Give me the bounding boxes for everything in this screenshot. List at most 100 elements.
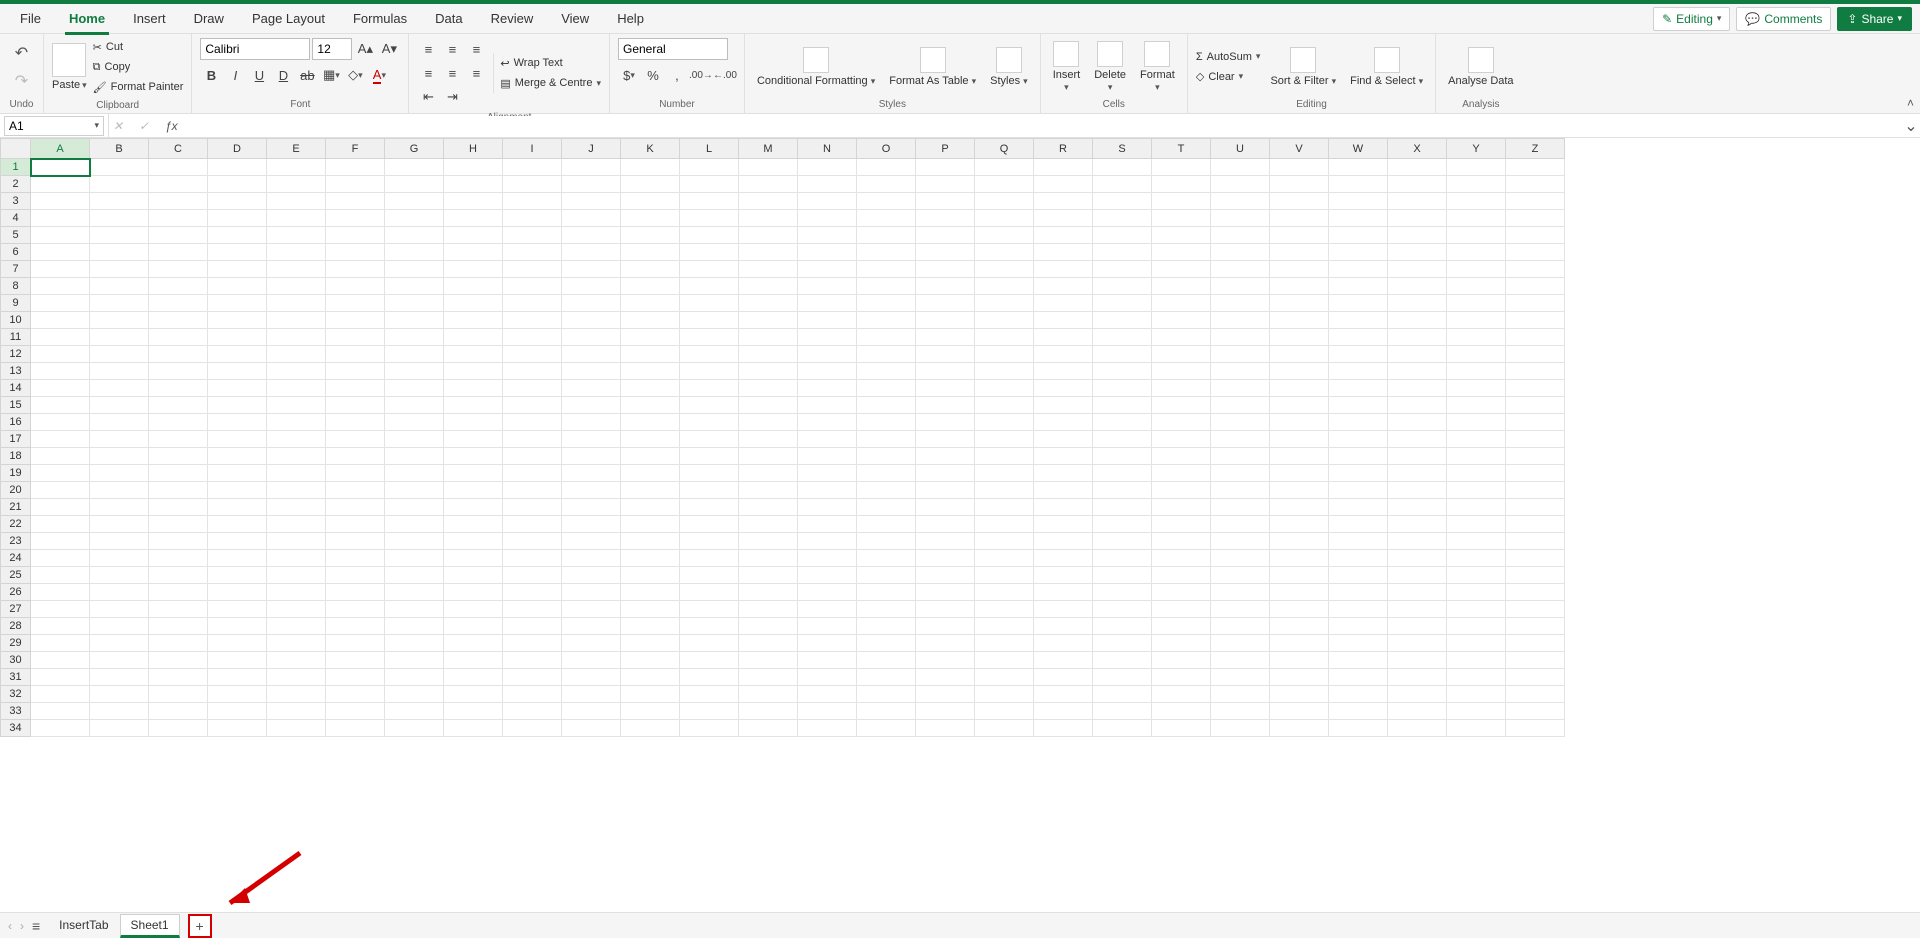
cell[interactable] <box>1506 652 1565 669</box>
cell[interactable] <box>385 703 444 720</box>
cell[interactable] <box>31 669 90 686</box>
sheet-nav-next[interactable]: › <box>20 919 24 933</box>
cell[interactable] <box>739 669 798 686</box>
cell[interactable] <box>326 652 385 669</box>
cell[interactable] <box>149 465 208 482</box>
cell[interactable] <box>621 312 680 329</box>
strike-button[interactable]: ab <box>296 64 318 86</box>
cell[interactable] <box>1506 312 1565 329</box>
expand-formula-bar-button[interactable]: ⌄ <box>1902 116 1920 136</box>
cell[interactable] <box>798 397 857 414</box>
cell[interactable] <box>562 380 621 397</box>
cell[interactable] <box>857 176 916 193</box>
cell[interactable] <box>1093 465 1152 482</box>
cell[interactable] <box>267 601 326 618</box>
cell[interactable] <box>1388 176 1447 193</box>
cell[interactable] <box>267 329 326 346</box>
cell[interactable] <box>31 584 90 601</box>
cell[interactable] <box>1152 227 1211 244</box>
column-header[interactable]: V <box>1270 139 1329 159</box>
cell[interactable] <box>444 482 503 499</box>
cell[interactable] <box>975 720 1034 737</box>
cell[interactable] <box>267 244 326 261</box>
column-header[interactable]: P <box>916 139 975 159</box>
align-right-button[interactable]: ≡ <box>465 62 487 84</box>
cell[interactable] <box>503 346 562 363</box>
cell[interactable] <box>1093 584 1152 601</box>
cell[interactable] <box>90 482 149 499</box>
cell[interactable] <box>562 346 621 363</box>
cell[interactable] <box>1034 550 1093 567</box>
cell[interactable] <box>1270 210 1329 227</box>
cell[interactable] <box>1506 584 1565 601</box>
row-header[interactable]: 10 <box>1 312 31 329</box>
row-header[interactable]: 4 <box>1 210 31 227</box>
cell[interactable] <box>385 244 444 261</box>
cell[interactable] <box>1211 295 1270 312</box>
cell[interactable] <box>444 720 503 737</box>
cell[interactable] <box>916 380 975 397</box>
cell[interactable] <box>1211 312 1270 329</box>
cell[interactable] <box>503 550 562 567</box>
cell[interactable] <box>90 703 149 720</box>
cell[interactable] <box>1034 346 1093 363</box>
cell[interactable] <box>326 703 385 720</box>
cell[interactable] <box>857 278 916 295</box>
decrease-decimal-button[interactable]: ←.00 <box>714 64 736 86</box>
cell[interactable] <box>31 346 90 363</box>
cell[interactable] <box>385 329 444 346</box>
cell[interactable] <box>857 346 916 363</box>
cell[interactable] <box>680 227 739 244</box>
cell[interactable] <box>267 210 326 227</box>
cell[interactable] <box>1388 397 1447 414</box>
cell[interactable] <box>1211 363 1270 380</box>
cell[interactable] <box>90 176 149 193</box>
menu-tab-page-layout[interactable]: Page Layout <box>238 4 339 34</box>
cell[interactable] <box>739 397 798 414</box>
cell[interactable] <box>1270 346 1329 363</box>
cell[interactable] <box>1506 465 1565 482</box>
column-header[interactable]: U <box>1211 139 1270 159</box>
cell[interactable] <box>503 278 562 295</box>
cell[interactable] <box>149 431 208 448</box>
cell[interactable] <box>1447 397 1506 414</box>
cell[interactable] <box>326 584 385 601</box>
cell[interactable] <box>1211 669 1270 686</box>
cell[interactable] <box>1270 584 1329 601</box>
cell[interactable] <box>739 652 798 669</box>
cell[interactable] <box>621 278 680 295</box>
cell[interactable] <box>31 244 90 261</box>
cell[interactable] <box>90 720 149 737</box>
cell[interactable] <box>1506 669 1565 686</box>
cell[interactable] <box>1329 397 1388 414</box>
cell[interactable] <box>1329 261 1388 278</box>
double-underline-button[interactable]: D <box>272 64 294 86</box>
cell[interactable] <box>503 499 562 516</box>
cell[interactable] <box>444 414 503 431</box>
cell[interactable] <box>90 567 149 584</box>
cell[interactable] <box>739 346 798 363</box>
cell[interactable] <box>149 346 208 363</box>
cell[interactable] <box>208 516 267 533</box>
cell[interactable] <box>562 397 621 414</box>
increase-font-button[interactable]: A▴ <box>354 38 376 60</box>
cell[interactable] <box>739 618 798 635</box>
cell[interactable] <box>1506 278 1565 295</box>
cell[interactable] <box>444 278 503 295</box>
cell[interactable] <box>1211 533 1270 550</box>
cell[interactable] <box>503 686 562 703</box>
cell[interactable] <box>1034 601 1093 618</box>
cell[interactable] <box>326 329 385 346</box>
cell[interactable] <box>1270 601 1329 618</box>
cell[interactable] <box>385 499 444 516</box>
row-header[interactable]: 9 <box>1 295 31 312</box>
cell[interactable] <box>326 346 385 363</box>
cell[interactable] <box>739 567 798 584</box>
cell[interactable] <box>1388 686 1447 703</box>
cell[interactable] <box>1388 261 1447 278</box>
cell[interactable] <box>562 312 621 329</box>
cell[interactable] <box>1211 193 1270 210</box>
cell[interactable] <box>503 567 562 584</box>
cell[interactable] <box>90 329 149 346</box>
cell[interactable] <box>267 482 326 499</box>
